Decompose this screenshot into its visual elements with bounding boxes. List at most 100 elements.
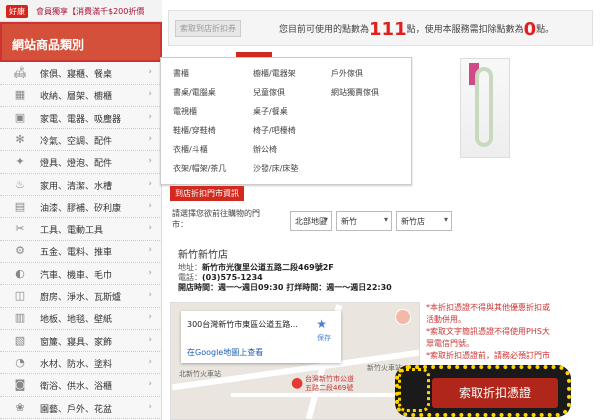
- points-value: 111: [369, 19, 407, 40]
- fan-icon: ✻: [15, 132, 25, 146]
- bucket-icon: ♨: [15, 177, 25, 191]
- points-text: 您目前可使用的點數為111點，使用本服務需扣除點數為0點。: [279, 19, 554, 40]
- sidebar-item-label: 傢俱、寢櫃、餐桌: [40, 70, 113, 80]
- sidebar-item[interactable]: ✂ 工具、電動工具 ›: [0, 218, 162, 241]
- store-hours: 開店時間：週一～週日09:30 打烊時間：週一～週日22:30: [178, 282, 392, 293]
- menu-item[interactable]: 辦公椅: [253, 144, 277, 155]
- sidebar-item-label: 園藝、戶外、花盆: [40, 404, 113, 415]
- chevron-down-icon: ▾: [323, 215, 328, 224]
- chevron-right-icon: ›: [148, 401, 152, 412]
- water-icon: ◔: [15, 355, 25, 369]
- menu-item[interactable]: 桌子/餐桌: [253, 106, 288, 117]
- notes: *本折扣憑證不得與其他優惠折扣或 活動併用。 *索取文字簡訊憑證不得使用PHS大 眾電…: [426, 302, 594, 362]
- map-save-label[interactable]: 保存: [317, 333, 331, 343]
- note-line: 活動併用。: [426, 315, 466, 324]
- chevron-right-icon: ›: [148, 223, 152, 234]
- menu-item[interactable]: 書桌/電腦桌: [173, 87, 216, 98]
- chevron-right-icon: ›: [148, 178, 152, 189]
- region-select[interactable]: 北部地區 ▾: [290, 211, 332, 231]
- sidebar-item[interactable]: ▦ 收納、層架、櫥櫃 ›: [0, 84, 162, 107]
- get-discount-button[interactable]: 索取折扣憑證: [432, 378, 558, 408]
- store-prompt: 請選擇您欲前往購物的門市：: [172, 209, 260, 229]
- branch-value: 新竹店: [401, 217, 425, 226]
- promo-text[interactable]: 會員獨享【消費滿千$200折價: [36, 6, 144, 17]
- sidebar-item[interactable]: ▤ 油漆、膠補、矽利康 ›: [0, 196, 162, 219]
- map-road: [231, 393, 419, 397]
- sidebar-item-label: 窗簾、寢具、家飾: [40, 337, 113, 348]
- menu-item[interactable]: 衣架/帽架/茶几: [173, 163, 226, 174]
- menu-item[interactable]: 電視櫃: [173, 106, 197, 117]
- map-label-north-station: 北新竹火車站: [179, 370, 221, 378]
- sidebar-item[interactable]: ▧ 窗簾、寢具、家飾 ›: [0, 330, 162, 353]
- sidebar-item[interactable]: ⚙ 五金、電料、推車 ›: [0, 240, 162, 263]
- sidebar-item-label: 工具、電動工具: [40, 226, 104, 237]
- chevron-right-icon: ›: [148, 89, 152, 100]
- chevron-right-icon: ›: [148, 133, 152, 144]
- sidebar-item-label: 汽車、機車、毛巾: [40, 270, 113, 281]
- chevron-right-icon: ›: [148, 245, 152, 256]
- hardware-icon: ⚙: [15, 244, 25, 258]
- menu-item[interactable]: 沙發/床/床墊: [253, 163, 298, 174]
- points-cost: 0: [523, 19, 537, 40]
- sidebar-item-label: 廚房、淨水、瓦斯爐: [40, 293, 122, 303]
- sidebar-item[interactable]: ♨ 家用、清潔、水槽 ›: [0, 174, 162, 196]
- address-value: 新竹市光復里公道五路二段469號2F: [202, 263, 334, 272]
- phone-value: (03)575-1234: [202, 273, 263, 282]
- sidebar-header: 網站商品類別: [0, 22, 162, 62]
- sofa-icon: 🛋: [13, 66, 27, 79]
- sidebar-item[interactable]: ❀ 園藝、戶外、花盆 ›: [0, 397, 162, 419]
- product-image[interactable]: [460, 58, 510, 158]
- menu-item[interactable]: 鞋櫃/穿鞋椅: [173, 125, 216, 136]
- sidebar-item[interactable]: ◫ 廚房、淨水、瓦斯爐 ›: [0, 285, 162, 308]
- sidebar-item[interactable]: 🛋 傢俱、寢櫃、餐桌 ›: [0, 62, 162, 85]
- chevron-right-icon: ›: [148, 312, 152, 323]
- bath-icon: ◙: [14, 378, 26, 392]
- paint-icon: ▤: [14, 199, 26, 213]
- city-value: 新竹: [341, 217, 357, 226]
- menu-item[interactable]: 櫥櫃/電器架: [253, 68, 296, 79]
- menu-item[interactable]: 網站獨賣傢俱: [331, 87, 379, 98]
- map-pin-label: 台灣新竹市公道 五路二段469號: [305, 375, 354, 392]
- furniture-submenu: 書櫃書桌/電腦桌 電視櫃鞋櫃/穿鞋椅 衣櫃/斗櫃衣架/帽架/茶几 櫥櫃/電器架 兒童傢俱…: [160, 57, 412, 185]
- chevron-right-icon: ›: [148, 356, 152, 367]
- region-value: 北部地區: [295, 217, 327, 226]
- sidebar-item[interactable]: ◙ 衛浴、供水、浴櫃 ›: [0, 374, 162, 397]
- address-label: 地址：: [178, 263, 202, 272]
- city-select[interactable]: 新竹 ▾: [336, 211, 392, 231]
- highlight-ring-left: [398, 368, 430, 412]
- car-icon: ◐: [15, 266, 25, 280]
- chevron-right-icon: ›: [148, 200, 152, 211]
- sidebar-item-label: 地板、地毯、壁紙: [40, 315, 113, 326]
- phone-label: 電話：: [178, 273, 202, 282]
- category-sidebar: 🛋 傢俱、寢櫃、餐桌 › ▦ 收納、層架、櫥櫃 › ▣ 家電、電器、吸塵器 › ✻ 冷氣、空調、配件…: [0, 62, 162, 420]
- map-open-link[interactable]: 在Google地圖上查看: [187, 347, 263, 358]
- sidebar-item[interactable]: ◔ 水材、防水、塗料 ›: [0, 352, 162, 375]
- store-info-tag: 到店折扣門市資訊: [170, 186, 244, 201]
- star-icon[interactable]: ★: [316, 317, 327, 331]
- sidebar-item[interactable]: ◐ 汽車、機車、毛巾 ›: [0, 263, 162, 286]
- cable-shape: [475, 67, 493, 147]
- sidebar-item[interactable]: ✻ 冷氣、空調、配件 ›: [0, 129, 162, 152]
- points-tag: 索取到店折扣券: [175, 20, 241, 37]
- chevron-right-icon: ›: [148, 267, 152, 278]
- menu-item[interactable]: 書櫃: [173, 68, 189, 79]
- store-name: 新竹新竹店: [178, 250, 228, 261]
- google-map[interactable]: 300台灣新竹市東區公道五路... ★ 保存 在Google地圖上查看 北新竹火…: [170, 302, 420, 420]
- menu-item[interactable]: 兒童傢俱: [253, 87, 285, 98]
- sidebar-item[interactable]: ✦ 燈具、燈泡、配件 ›: [0, 151, 162, 174]
- sidebar-item[interactable]: ▥ 地板、地毯、壁紙 ›: [0, 307, 162, 330]
- menu-item[interactable]: 戶外傢俱: [331, 68, 363, 79]
- sidebar-item-label: 五金、電料、推車: [40, 248, 113, 259]
- map-info-card: 300台灣新竹市東區公道五路... ★ 保存 在Google地圖上查看: [181, 311, 341, 363]
- menu-item[interactable]: 椅子/吧檯椅: [253, 125, 296, 136]
- menu-item[interactable]: 衣櫃/斗櫃: [173, 144, 208, 155]
- map-address: 300台灣新竹市東區公道五路...: [187, 320, 298, 329]
- avatar[interactable]: [395, 309, 411, 325]
- cabinet-icon: ▦: [14, 88, 26, 102]
- map-pin-icon[interactable]: ●: [291, 375, 303, 391]
- curtain-icon: ▧: [14, 333, 26, 347]
- branch-select[interactable]: 新竹店 ▾: [396, 211, 452, 231]
- note-line: *索取文字簡訊憑證不得使用PHS大: [426, 327, 550, 336]
- sidebar-item[interactable]: ▣ 家電、電器、吸塵器 ›: [0, 107, 162, 130]
- tool-icon: ✂: [15, 222, 25, 236]
